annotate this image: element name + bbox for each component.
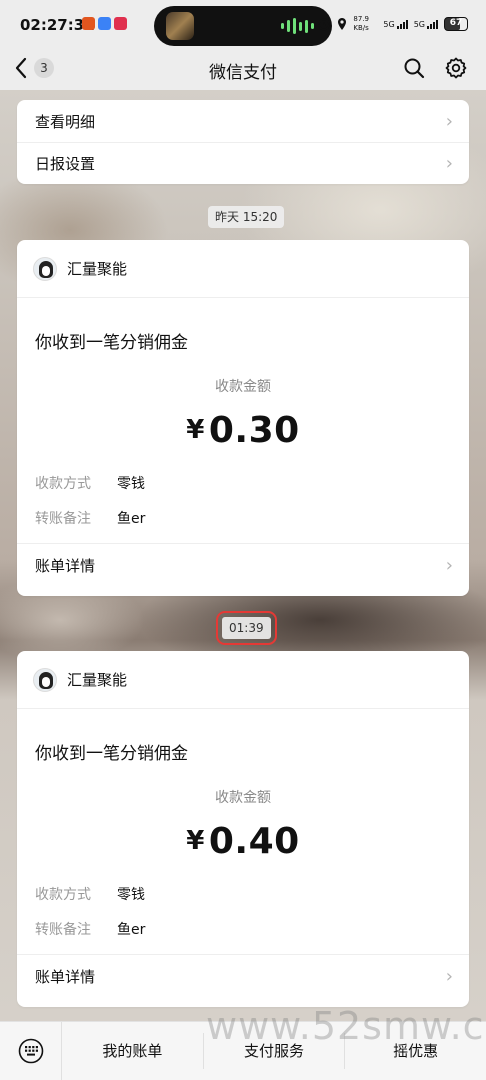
detail-value: 鱼er: [117, 922, 146, 938]
chevron-right-icon: ›: [445, 966, 453, 987]
sim2-signal: 5G: [414, 19, 438, 29]
menu-shake-discounts[interactable]: 摇优惠: [345, 1033, 486, 1069]
payment-notification-card[interactable]: 汇量聚能 你收到一笔分销佣金 收款金额 ¥0.40 收款方式 零钱 转账备注 鱼…: [17, 651, 469, 1007]
chevron-right-icon: ›: [445, 110, 453, 132]
detail-row-payment-method: 收款方式 零钱: [35, 884, 451, 904]
detail-value: 零钱: [117, 887, 145, 903]
amount-number: 0.40: [208, 821, 300, 862]
battery-icon: 67: [444, 17, 468, 31]
alarm-icon: [318, 18, 331, 31]
detail-value: 鱼er: [117, 511, 146, 527]
detail-key: 转账备注: [35, 511, 91, 527]
detail-key: 收款方式: [35, 887, 91, 903]
sim1-signal: 5G: [383, 19, 408, 29]
bill-details-label: 账单详情: [35, 557, 96, 575]
audio-wave-icon: [281, 18, 314, 34]
currency-symbol: ¥: [186, 826, 205, 856]
bill-details-link[interactable]: 账单详情 ›: [17, 954, 469, 998]
notification-title: 你收到一笔分销佣金: [35, 333, 188, 353]
amount-label: 收款金额: [215, 790, 271, 806]
app-notification-icon: [98, 17, 111, 30]
daily-report-menu-card: 查看明细 › 日报设置 ›: [17, 100, 469, 184]
detail-list: 收款方式 零钱 转账备注 鱼er: [17, 451, 469, 528]
dynamic-island[interactable]: [154, 6, 332, 46]
menu-payment-services[interactable]: 支付服务: [204, 1033, 346, 1069]
menu-item-daily-report-settings[interactable]: 日报设置 ›: [17, 142, 469, 184]
detail-value: 零钱: [117, 476, 145, 492]
bill-details-label: 账单详情: [35, 968, 96, 986]
detail-key: 转账备注: [35, 922, 91, 938]
detail-row-transfer-note: 转账备注 鱼er: [35, 508, 451, 528]
currency-symbol: ¥: [186, 415, 205, 445]
penguin-avatar-icon: [33, 256, 57, 281]
chevron-right-icon: ›: [445, 555, 453, 576]
search-button[interactable]: [402, 56, 426, 84]
message-timestamp: 01:39: [216, 611, 277, 645]
amount-value: ¥0.30: [17, 410, 469, 451]
detail-row-transfer-note: 转账备注 鱼er: [35, 919, 451, 939]
gear-icon: [445, 57, 467, 79]
card-header: 汇量聚能: [17, 651, 469, 709]
penguin-avatar-icon: [33, 667, 57, 692]
keyboard-icon: [18, 1038, 43, 1064]
app-notification-icon: [114, 17, 127, 30]
amount-number: 0.30: [208, 410, 300, 451]
payment-notification-card[interactable]: 汇量聚能 你收到一笔分销佣金 收款金额 ¥0.30 收款方式 零钱 转账备注 鱼…: [17, 240, 469, 596]
location-icon: [338, 18, 347, 30]
settings-button[interactable]: [444, 56, 468, 84]
bottom-menu-bar: 我的账单 支付服务 摇优惠: [0, 1021, 486, 1080]
amount-label: 收款金额: [215, 379, 271, 395]
menu-my-bills[interactable]: 我的账单: [62, 1033, 204, 1069]
card-header: 汇量聚能: [17, 240, 469, 298]
sender-name: 汇量聚能: [67, 260, 128, 278]
message-timestamp: 昨天 15:20: [208, 206, 285, 228]
sender-name: 汇量聚能: [67, 671, 128, 689]
media-thumbnail: [166, 12, 194, 40]
detail-row-payment-method: 收款方式 零钱: [35, 473, 451, 493]
search-icon: [404, 58, 425, 79]
notification-icons: [82, 17, 127, 30]
menu-item-label: 查看明细: [35, 112, 96, 131]
amount-value: ¥0.40: [17, 821, 469, 862]
keyboard-toggle-button[interactable]: [0, 1022, 62, 1080]
status-bar: 02:27:31 87.9 KB/s 5G 5G 67: [0, 0, 486, 50]
chevron-right-icon: ›: [445, 153, 453, 174]
detail-list: 收款方式 零钱 转账备注 鱼er: [17, 862, 469, 939]
menu-item-label: 日报设置: [35, 155, 96, 173]
bill-details-link[interactable]: 账单详情 ›: [17, 543, 469, 587]
app-notification-icon: [82, 17, 95, 30]
menu-item-view-details[interactable]: 查看明细 ›: [17, 100, 469, 142]
net-speed: 87.9 KB/s: [353, 15, 369, 32]
nav-bar: 3 微信支付: [0, 50, 486, 90]
notification-title: 你收到一笔分销佣金: [35, 744, 188, 764]
status-right: 87.9 KB/s 5G 5G 67: [317, 15, 468, 33]
detail-key: 收款方式: [35, 476, 91, 492]
